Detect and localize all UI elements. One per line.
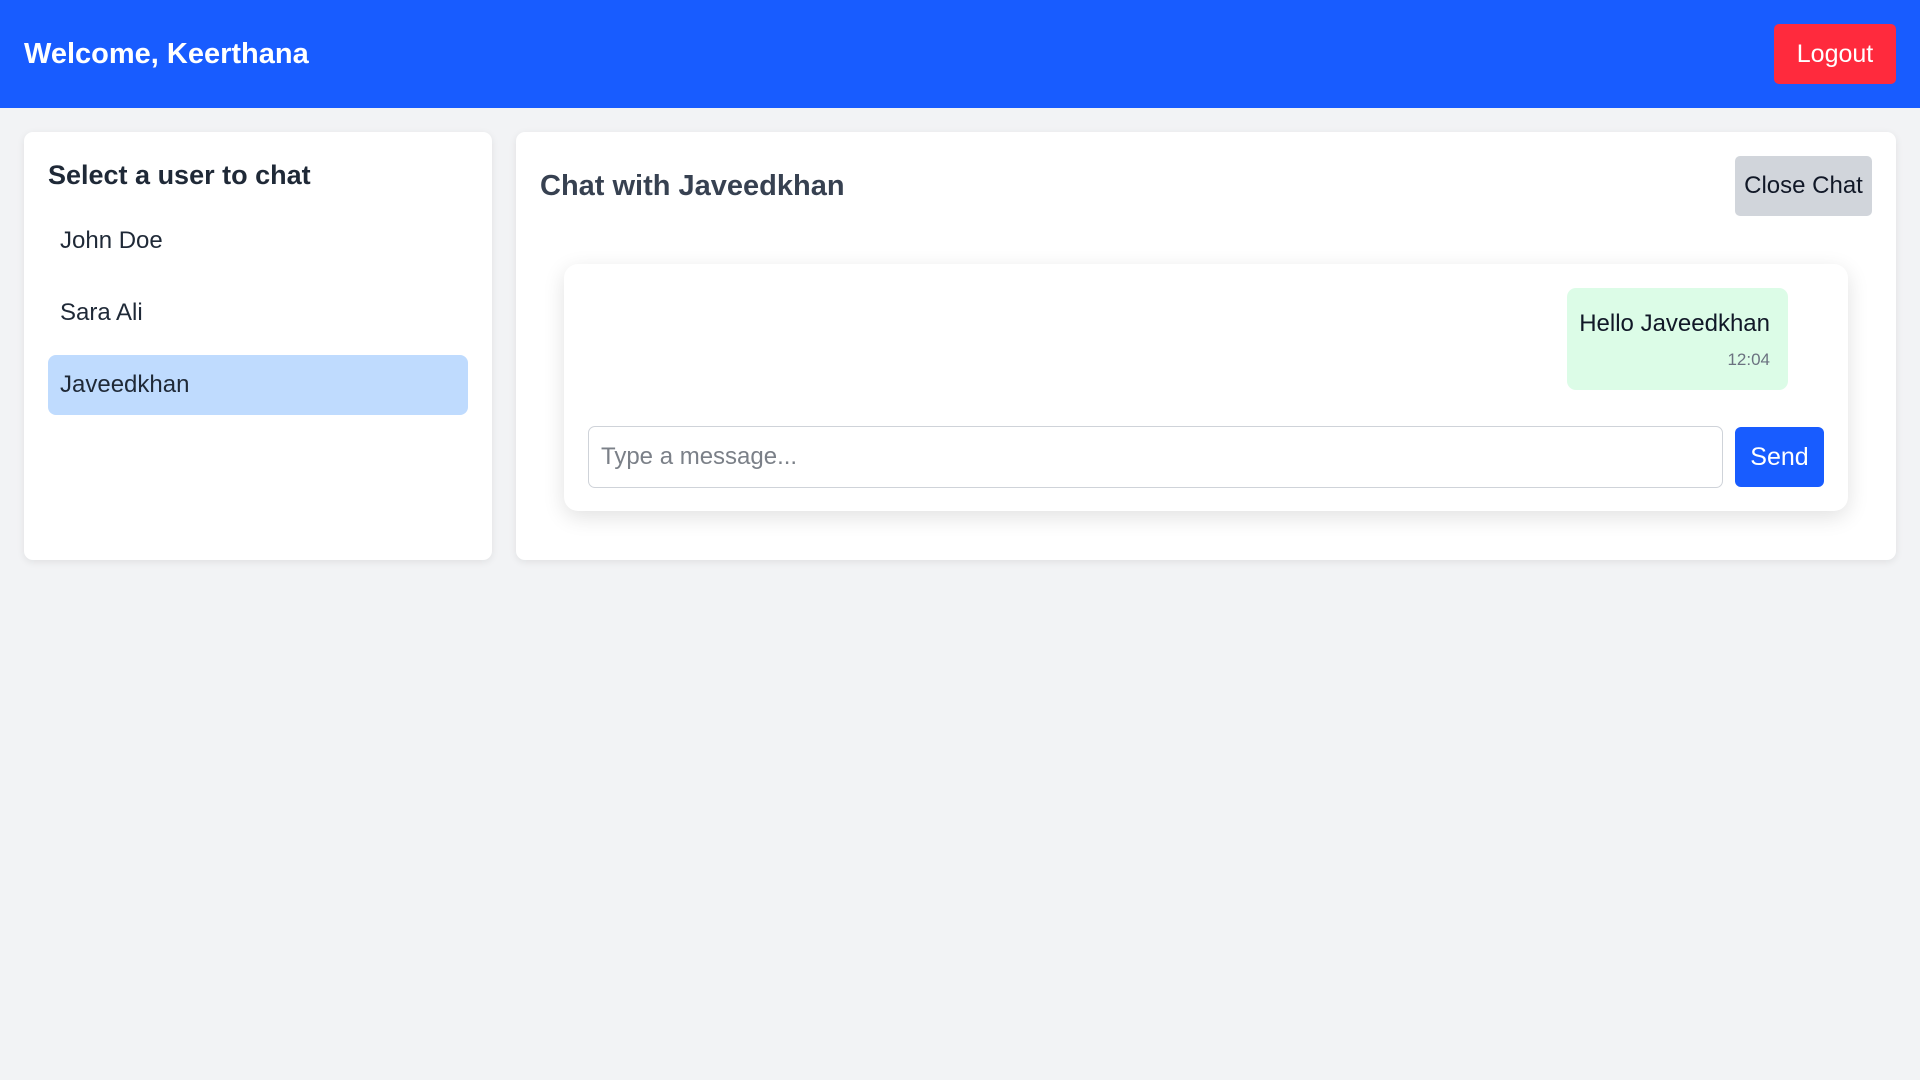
user-item-sara-ali[interactable]: Sara Ali (48, 283, 468, 343)
chat-header: Chat with Javeedkhan Close Chat (540, 156, 1872, 216)
user-item-john-doe[interactable]: John Doe (48, 211, 468, 271)
close-chat-button[interactable]: Close Chat (1735, 156, 1872, 216)
message-list: Hello Javeedkhan 12:04 (588, 288, 1824, 394)
send-button[interactable]: Send (1735, 427, 1824, 487)
top-bar: Welcome, Keerthana Logout (0, 0, 1920, 108)
message-text: Hello Javeedkhan (1579, 310, 1770, 337)
user-list-panel: Select a user to chat John Doe Sara Ali … (24, 132, 492, 560)
welcome-heading: Welcome, Keerthana (24, 37, 309, 70)
chat-panel: Chat with Javeedkhan Close Chat Hello Ja… (516, 132, 1896, 560)
user-list-title: Select a user to chat (48, 160, 311, 190)
message-bubble-outgoing: Hello Javeedkhan 12:04 (1567, 288, 1788, 390)
message-input[interactable] (588, 426, 1723, 488)
user-item-javeedkhan[interactable]: Javeedkhan (48, 355, 468, 415)
chat-box: Hello Javeedkhan 12:04 Send (564, 264, 1848, 511)
logout-button[interactable]: Logout (1774, 24, 1896, 84)
chat-title: Chat with Javeedkhan (540, 169, 845, 202)
message-timestamp: 12:04 (1727, 350, 1770, 369)
message-composer: Send (588, 426, 1824, 488)
